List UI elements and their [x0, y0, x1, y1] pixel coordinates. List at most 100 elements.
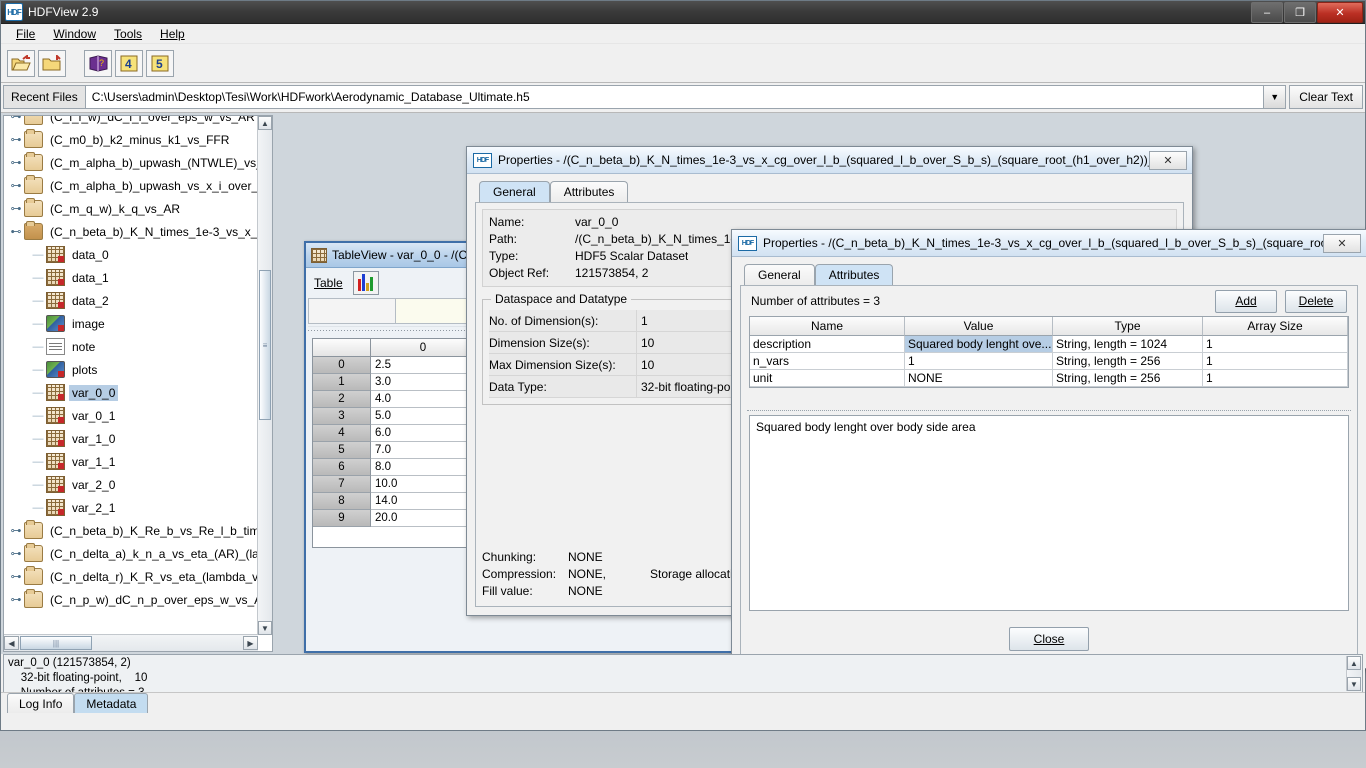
tree-node[interactable]: ⊷(C_n_beta_b)_K_N_times_1e-3_vs_x_: [4, 220, 258, 243]
table-row[interactable]: 35.0: [313, 408, 475, 425]
tree-expander-icon[interactable]: ⊶: [8, 156, 24, 169]
row-index-header[interactable]: 6: [313, 459, 371, 476]
tree-expander-icon[interactable]: ⊶: [8, 570, 24, 583]
tab-log-info[interactable]: Log Info: [7, 693, 74, 713]
tree-expander-icon[interactable]: ⊶: [8, 202, 24, 215]
attribute-array-size-cell[interactable]: 1: [1203, 370, 1348, 387]
hdf4-icon[interactable]: 4: [115, 50, 143, 77]
status-scroll-down-arrow[interactable]: ▼: [1347, 677, 1361, 691]
attribute-type-cell[interactable]: String, length = 1024: [1053, 336, 1203, 353]
tree-vscroll-thumb[interactable]: ≡: [259, 270, 271, 420]
tree-expander-icon[interactable]: ⊶: [8, 593, 24, 606]
row-index-header[interactable]: 4: [313, 425, 371, 442]
chevron-down-icon[interactable]: ▼: [1264, 85, 1286, 109]
attribute-value-cell[interactable]: 1: [905, 353, 1053, 370]
tree-node[interactable]: —image: [4, 312, 258, 335]
tree-node[interactable]: ⊶(C_n_p_w)_dC_n_p_over_eps_w_vs_A: [4, 588, 258, 611]
tree-node[interactable]: —var_1_0: [4, 427, 258, 450]
row-index-header[interactable]: 8: [313, 493, 371, 510]
attribute-value-cell[interactable]: NONE: [905, 370, 1053, 387]
menu-help[interactable]: Help: [151, 26, 194, 42]
table-row[interactable]: 46.0: [313, 425, 475, 442]
menu-file[interactable]: File: [7, 26, 44, 42]
tree-scroll-down-arrow[interactable]: ▼: [258, 621, 272, 635]
open-folder-icon[interactable]: [38, 50, 66, 77]
tab-attributes[interactable]: Attributes: [550, 181, 629, 202]
tab-general[interactable]: General: [479, 181, 550, 202]
properties-attributes-close-button[interactable]: ✕: [1323, 234, 1361, 253]
tree-node[interactable]: —var_1_1: [4, 450, 258, 473]
tree-node[interactable]: —plots: [4, 358, 258, 381]
status-scroll-up-arrow[interactable]: ▲: [1347, 656, 1361, 670]
attribute-name-cell[interactable]: description: [750, 336, 905, 353]
column-header-array-size[interactable]: Array Size: [1203, 317, 1348, 336]
table-row[interactable]: 920.0: [313, 510, 475, 527]
tree-node[interactable]: —var_0_0: [4, 381, 258, 404]
close-dialog-button[interactable]: Close: [1009, 627, 1089, 651]
column-header-value[interactable]: Value: [905, 317, 1053, 336]
tree-node[interactable]: —note: [4, 335, 258, 358]
tree-node[interactable]: ⊶(C_m_q_w)_k_q_vs_AR: [4, 197, 258, 220]
clear-text-button[interactable]: Clear Text: [1289, 85, 1363, 109]
attribute-description-textarea[interactable]: Squared body lenght over body side area: [749, 415, 1349, 611]
tree-node[interactable]: ⊶(C_n_beta_b)_K_Re_b_vs_Re_l_b_tim: [4, 519, 258, 542]
table-cell[interactable]: 8.0: [371, 459, 475, 476]
tree-node[interactable]: —var_2_0: [4, 473, 258, 496]
table-cell[interactable]: 2.5: [371, 357, 475, 374]
attribute-row[interactable]: descriptionSquared body lenght ove...Str…: [750, 336, 1348, 353]
tree-expander-icon[interactable]: ⊶: [8, 116, 24, 123]
table-row[interactable]: 24.0: [313, 391, 475, 408]
table-row[interactable]: 13.0: [313, 374, 475, 391]
table-cell[interactable]: 3.0: [371, 374, 475, 391]
table-column-header-0[interactable]: 0: [371, 339, 475, 357]
table-cell[interactable]: 20.0: [371, 510, 475, 527]
tree-expander-icon[interactable]: ⊶: [8, 524, 24, 537]
tree-expander-icon[interactable]: ⊶: [8, 179, 24, 192]
cell-reference-input[interactable]: [309, 299, 396, 323]
row-index-header[interactable]: 9: [313, 510, 371, 527]
attribute-value-cell[interactable]: Squared body lenght ove...: [905, 336, 1053, 353]
attribute-name-cell[interactable]: n_vars: [750, 353, 905, 370]
attribute-array-size-cell[interactable]: 1: [1203, 336, 1348, 353]
close-button[interactable]: ✕: [1317, 2, 1363, 23]
table-row[interactable]: 710.0: [313, 476, 475, 493]
tree-node[interactable]: ⊶(C_m_alpha_b)_upwash_vs_x_i_over_: [4, 174, 258, 197]
tree-horizontal-scrollbar[interactable]: ◀ ||| ▶: [4, 634, 258, 651]
menu-tools[interactable]: Tools: [105, 26, 151, 42]
tableview-menu-table[interactable]: Table: [314, 276, 343, 290]
table-row[interactable]: 02.5: [313, 357, 475, 374]
status-vertical-scrollbar[interactable]: ▲ ▼: [1346, 656, 1361, 691]
tree-expander-icon[interactable]: ⊶: [8, 547, 24, 560]
recent-files-path-input[interactable]: C:\Users\admin\Desktop\Tesi\Work\HDFwork…: [85, 85, 1264, 109]
row-index-header[interactable]: 2: [313, 391, 371, 408]
tree-scroll-up-arrow[interactable]: ▲: [258, 116, 272, 130]
table-cell[interactable]: 14.0: [371, 493, 475, 510]
column-header-type[interactable]: Type: [1053, 317, 1203, 336]
row-index-header[interactable]: 3: [313, 408, 371, 425]
row-index-header[interactable]: 5: [313, 442, 371, 459]
add-attribute-button[interactable]: Add: [1215, 290, 1277, 313]
tree-expander-icon[interactable]: ⊶: [8, 133, 24, 146]
open-file-icon[interactable]: [7, 50, 35, 77]
row-index-header[interactable]: 7: [313, 476, 371, 493]
tree-vertical-scrollbar[interactable]: ▲ ≡ ▼: [257, 116, 272, 635]
maximize-button[interactable]: ❐: [1284, 2, 1316, 23]
attribute-type-cell[interactable]: String, length = 256: [1053, 353, 1203, 370]
tree-node[interactable]: —data_2: [4, 289, 258, 312]
tree-node[interactable]: ⊶(C_m0_b)_k2_minus_k1_vs_FFR: [4, 128, 258, 151]
properties-general-close-button[interactable]: ✕: [1149, 151, 1187, 170]
data-table[interactable]: 0 02.513.024.035.046.057.068.0710.0814.0…: [312, 338, 476, 548]
tab-attributes[interactable]: Attributes: [815, 264, 894, 285]
attribute-array-size-cell[interactable]: 1: [1203, 353, 1348, 370]
tree-expander-icon[interactable]: ⊷: [8, 225, 24, 238]
column-header-name[interactable]: Name: [750, 317, 905, 336]
attribute-row[interactable]: n_vars1String, length = 2561: [750, 353, 1348, 370]
tree-node[interactable]: —var_0_1: [4, 404, 258, 427]
tree-scroll-left-arrow[interactable]: ◀: [4, 636, 19, 650]
attribute-type-cell[interactable]: String, length = 256: [1053, 370, 1203, 387]
tree-hscroll-thumb[interactable]: |||: [20, 636, 92, 650]
tree-node[interactable]: ⊶(C_n_delta_a)_k_n_a_vs_eta_(AR)_(la: [4, 542, 258, 565]
tree-node[interactable]: —data_1: [4, 266, 258, 289]
delete-attribute-button[interactable]: Delete: [1285, 290, 1347, 313]
attribute-row[interactable]: unitNONEString, length = 2561: [750, 370, 1348, 387]
